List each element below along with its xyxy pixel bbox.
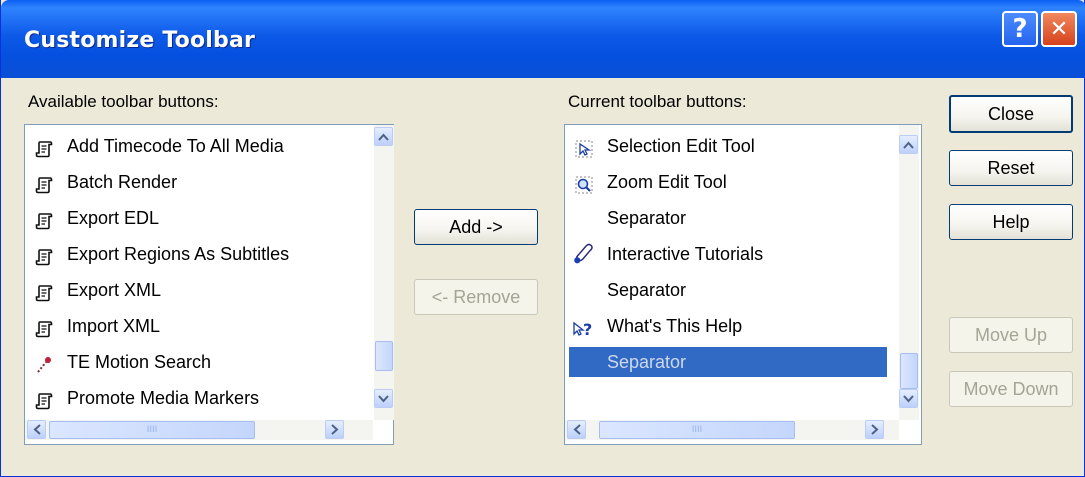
- scroll-thumb[interactable]: [900, 353, 918, 389]
- script-icon: [35, 137, 53, 158]
- available-buttons-list[interactable]: Add Timecode To All Media Batch Render Exp…: [24, 124, 394, 445]
- available-item-label: Export XML: [67, 280, 162, 300]
- current-item-label: Selection Edit Tool: [607, 136, 755, 156]
- current-item[interactable]: Separator: [565, 203, 887, 233]
- help-button[interactable]: Help: [949, 204, 1073, 240]
- available-item[interactable]: Add Timecode To All Media: [25, 131, 370, 161]
- current-horizontal-scrollbar[interactable]: IIII: [565, 420, 899, 440]
- question-icon: ?: [1012, 14, 1028, 44]
- current-item[interactable]: Selection Edit Tool: [565, 131, 887, 161]
- close-title-button[interactable]: ✕: [1041, 11, 1077, 47]
- available-item[interactable]: Export Regions As Subtitles: [25, 239, 370, 269]
- available-item[interactable]: Export EDL: [25, 203, 370, 233]
- script-icon: [35, 281, 53, 302]
- current-buttons-list[interactable]: Selection Edit Tool Zoom Edit Tool Separat…: [564, 124, 922, 445]
- available-item-label: Export Regions As Subtitles: [67, 244, 290, 264]
- selection-edit-icon: [575, 137, 593, 158]
- title-bar[interactable]: Customize Toolbar ? ✕: [1, 0, 1085, 78]
- window-title: Customize Toolbar: [24, 28, 256, 53]
- available-item-label: Import XML: [67, 316, 161, 336]
- available-item-label: Export EDL: [67, 208, 160, 228]
- customize-toolbar-dialog: Customize Toolbar ? ✕ Available toolbar …: [0, 0, 1085, 477]
- available-item[interactable]: TE Motion Search: [25, 347, 370, 377]
- available-item-label: Batch Render: [67, 172, 178, 192]
- move-up-button[interactable]: Move Up: [949, 317, 1073, 353]
- scroll-left-button[interactable]: [27, 420, 46, 439]
- script-icon: [35, 245, 53, 266]
- chevron-up-icon: [903, 141, 914, 149]
- available-item[interactable]: Import XML: [25, 311, 370, 341]
- current-vertical-scrollbar[interactable]: [899, 125, 919, 420]
- scroll-right-button[interactable]: [325, 420, 344, 439]
- available-horizontal-scrollbar[interactable]: IIII: [25, 420, 373, 440]
- scroll-up-button[interactable]: [899, 135, 918, 154]
- add-button[interactable]: Add ->: [414, 209, 538, 245]
- close-icon: ✕: [1049, 16, 1069, 42]
- available-vertical-scrollbar[interactable]: [374, 125, 394, 420]
- scroll-up-button[interactable]: [374, 127, 393, 146]
- zoom-edit-icon: [575, 173, 593, 194]
- current-item[interactable]: Separator: [569, 347, 887, 377]
- current-item[interactable]: ? What's This Help: [565, 311, 887, 341]
- available-item[interactable]: Batch Render: [25, 167, 370, 197]
- script-icon: [35, 209, 53, 230]
- move-down-button[interactable]: Move Down: [949, 371, 1073, 407]
- chevron-left-icon: [33, 424, 41, 435]
- scroll-thumb[interactable]: IIII: [49, 421, 255, 439]
- current-item[interactable]: Zoom Edit Tool: [565, 167, 887, 197]
- scroll-down-button[interactable]: [374, 389, 393, 408]
- current-item-label: Separator: [607, 208, 687, 228]
- current-item[interactable]: Interactive Tutorials: [565, 239, 887, 269]
- current-item-label: Separator: [607, 352, 687, 372]
- help-title-button[interactable]: ?: [1002, 11, 1038, 47]
- current-item-label: Separator: [607, 280, 687, 300]
- scroll-down-button[interactable]: [899, 389, 918, 408]
- chevron-left-icon: [573, 424, 581, 435]
- current-item-label: Interactive Tutorials: [607, 244, 764, 264]
- current-item[interactable]: Separator: [565, 275, 887, 305]
- motion-search-icon: [35, 353, 53, 373]
- available-item-label: Promote Media Markers: [67, 388, 260, 408]
- chevron-down-icon: [378, 394, 389, 402]
- script-icon: [35, 173, 53, 194]
- svg-text:?: ?: [583, 320, 592, 338]
- available-item-label: Add Timecode To All Media: [67, 136, 284, 156]
- available-item-label: TE Motion Search: [67, 352, 212, 372]
- close-button[interactable]: Close: [949, 95, 1073, 133]
- script-icon: [35, 317, 53, 338]
- scroll-right-button[interactable]: [865, 420, 884, 439]
- reset-button[interactable]: Reset: [949, 150, 1073, 186]
- script-icon: [35, 389, 53, 410]
- tutorials-icon: [573, 242, 593, 264]
- scroll-left-button[interactable]: [567, 420, 586, 439]
- chevron-right-icon: [870, 424, 878, 435]
- chevron-right-icon: [330, 424, 338, 435]
- scroll-thumb[interactable]: IIII: [599, 421, 795, 439]
- available-item[interactable]: Promote Media Markers: [25, 383, 370, 413]
- remove-button[interactable]: <- Remove: [414, 279, 538, 315]
- whats-this-help-icon: ?: [571, 317, 592, 339]
- available-item[interactable]: Export XML: [25, 275, 370, 305]
- current-label: Current toolbar buttons:: [568, 92, 747, 111]
- chevron-up-icon: [378, 133, 389, 141]
- chevron-down-icon: [903, 394, 914, 402]
- current-item-label: What's This Help: [607, 316, 743, 336]
- scroll-thumb[interactable]: [375, 341, 393, 371]
- available-label: Available toolbar buttons:: [28, 92, 219, 111]
- current-item-label: Zoom Edit Tool: [607, 172, 727, 192]
